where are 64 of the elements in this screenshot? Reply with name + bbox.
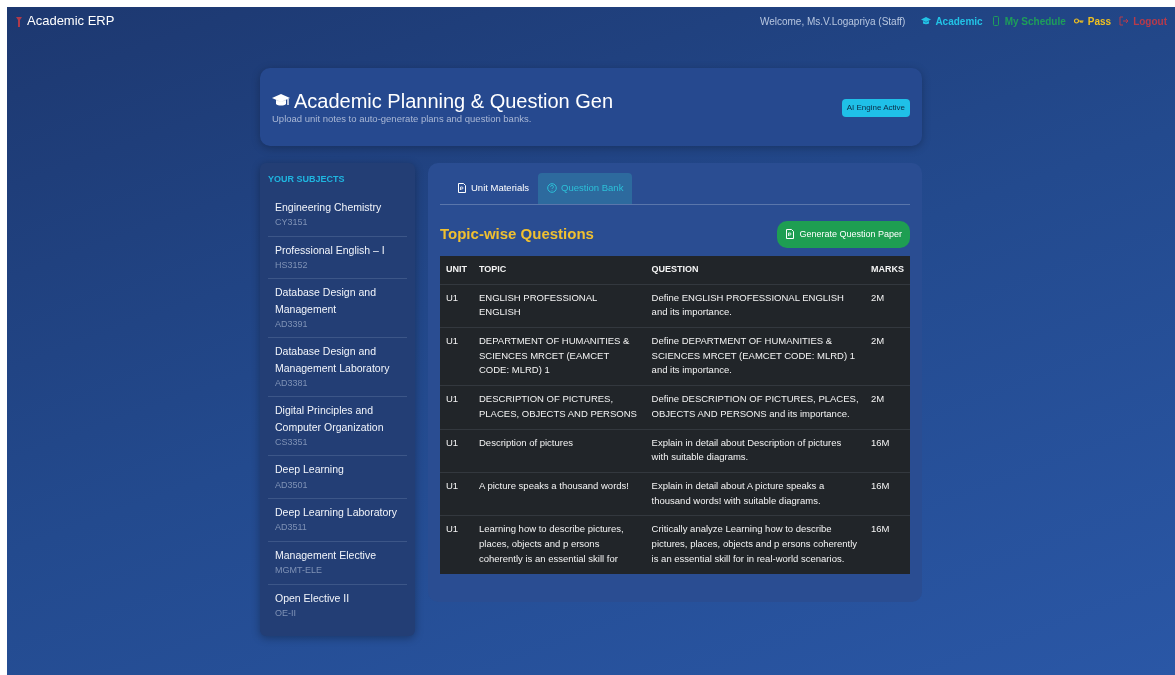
subject-name[interactable]: Database Design and Management Laboratory [275,343,400,376]
table-cell: Define DEPARTMENT OF HUMANITIES & SCIENCES MRCET (EAMCET CODE: MLRD) 1 and its importance. [645,327,865,386]
phone-icon [990,16,1001,26]
table-cell: DEPARTMENT OF HUMANITIES & SCIENCES MRCET (EAMCET CODE: MLRD) 1 [473,327,646,386]
section-title: Topic-wise Questions [440,224,594,244]
column-header: QUESTION [645,256,865,284]
exit-icon [1119,16,1130,26]
page-subtitle: Upload unit notes to auto-generate plans and question banks. [272,112,533,126]
subject-name[interactable]: Deep Learning Laboratory [275,504,400,521]
table-cell: Define DESCRIPTION OF PICTURES, PLACES, OBJECTS AND PERSONS and its importance. [645,385,865,430]
subject-code: AD3391 [275,317,309,331]
subject-name[interactable]: Open Elective II [275,589,400,606]
subject-code: CS3351 [275,435,309,449]
help-icon [547,183,558,194]
document-icon [785,229,796,240]
table-cell: Learning how to describe pictures, places, objects and p ersons coherently is an essential skill for [473,515,646,574]
welcome-text: Welcome, Ms.V.Logapriya (Staff) [759,14,906,29]
table-cell: Explain in detail about Description of pictures with suitable diagrams. [645,429,865,473]
table-cell: A picture speaks a thousand words! [473,472,646,516]
table-cell: U1 [440,284,473,328]
subject-name[interactable]: Deep Learning [275,461,400,478]
subject-name[interactable]: Management Elective [275,546,400,564]
table-cell: 16M [865,429,910,473]
subject-name[interactable]: Professional English – I [275,241,400,258]
document-icon [457,183,467,194]
subject-code: AD3381 [275,376,309,390]
subject-code: AD3511 [275,521,308,535]
subject-name[interactable]: Digital Principles and Computer Organization [275,402,400,435]
column-header: MARKS [865,256,910,284]
subject-code: AD3501 [275,478,309,492]
subject-name[interactable]: Engineering Chemistry [275,198,400,215]
table-cell: ENGLISH PROFESSIONAL ENGLISH [473,284,646,328]
table-cell: Critically analyze Learning how to describe pictures, places, objects and p ersons coherently is an essential skill for in real-world scenarios. [645,515,865,574]
subject-name[interactable]: Database Design and Management [275,284,400,317]
table-cell: Description of pictures [473,429,646,473]
table-cell: U1 [440,515,473,574]
key-icon [1073,16,1084,26]
table-cell: 16M [865,515,910,574]
brand-name[interactable]: Academic ERP [27,11,115,31]
table-cell: U1 [440,429,473,473]
status-badge: AI Engine Active [841,99,910,118]
nav-link[interactable]: Academic [921,13,983,29]
column-header: UNIT [440,256,473,284]
table-cell: 2M [865,327,910,386]
subject-code: OE-II [275,606,297,620]
subject-code: CY3151 [275,216,309,229]
tab[interactable]: Unit Materials [448,173,539,204]
sidebar-heading: YOUR SUBJECTS [268,173,346,187]
table-cell: U1 [440,385,473,430]
table-cell: 2M [865,284,910,328]
nav-link[interactable]: Pass [1073,13,1112,29]
subject-code: HS3152 [275,258,309,272]
table-cell: 2M [865,385,910,430]
subject-code: MGMT-ELE [275,564,323,578]
torch-icon [15,15,23,27]
table-cell: Explain in detail about A picture speaks a thousand words! with suitable diagrams. [645,472,865,516]
page-title: Academic Planning & Question Gen [294,90,614,112]
table-cell: 16M [865,472,910,516]
table-cell: U1 [440,327,473,386]
column-header: TOPIC [473,256,646,284]
graduation-cap-icon [921,16,932,26]
table-cell: U1 [440,472,473,516]
table-cell: DESCRIPTION OF PICTURES, PLACES, OBJECTS AND PERSONS [473,385,646,430]
table-cell: Define ENGLISH PROFESSIONAL ENGLISH and its importance. [645,284,865,328]
